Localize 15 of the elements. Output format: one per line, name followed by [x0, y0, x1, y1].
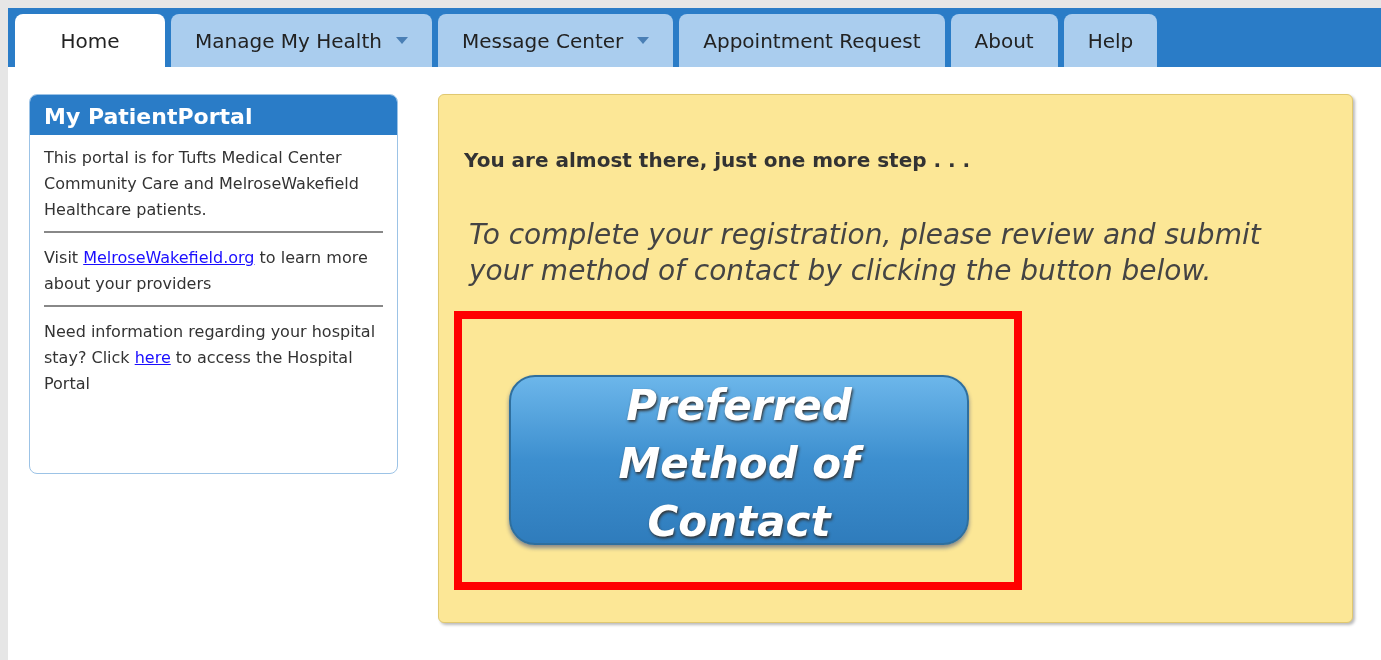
nav-tab[interactable]: Help — [1063, 14, 1158, 67]
nav-tab[interactable]: Appointment Request — [679, 14, 945, 67]
sidebar-title: My PatientPortal — [30, 95, 397, 135]
panel-heading: You are almost there, just one more step . . . — [464, 147, 972, 174]
sidebar-paragraph: This portal is for Tufts Medical Center Community Care and MelroseWakefield Healthcare patients. — [44, 147, 360, 221]
nav-tab[interactable]: About — [950, 14, 1058, 67]
sidebar-paragraph: Visit MelroseWakefield.org to learn more about your providers — [44, 247, 369, 295]
nav-tab[interactable]: Message Center — [437, 14, 674, 67]
sidebar-paragraph: Need information regarding your hospital stay? Click here to access the Hospital Portal — [44, 321, 377, 395]
preferred-contact-button[interactable]: Preferred Method of Contact — [509, 375, 969, 545]
text-link[interactable]: here — [134, 348, 171, 367]
text-link[interactable]: MelroseWakefield.org — [83, 248, 255, 267]
nav-tab[interactable]: Manage My Health — [171, 14, 432, 67]
instruction-text: To complete your registration, please review and submit your method of contact by clicking the button below. — [469, 217, 1263, 289]
nav-tab[interactable]: Home — [15, 14, 165, 67]
